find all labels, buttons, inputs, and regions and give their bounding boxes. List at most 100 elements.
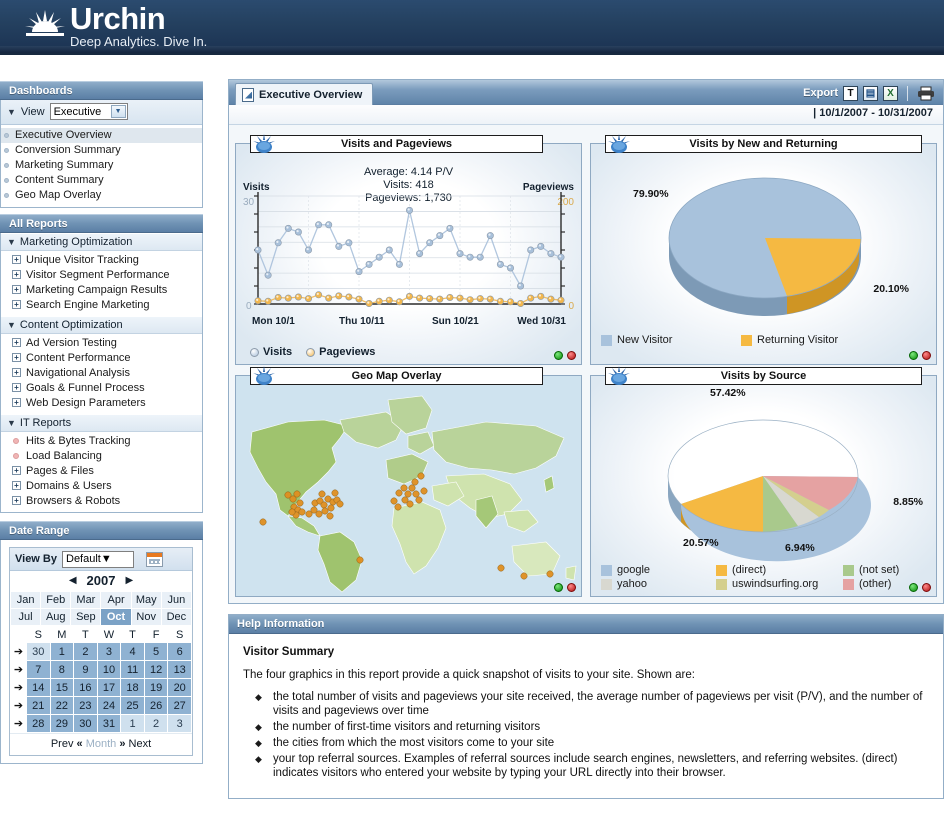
sidebar-item-conversion-summary[interactable]: Conversion Summary — [1, 143, 202, 158]
calendar-day[interactable]: 13 — [167, 660, 192, 679]
green-led-icon[interactable] — [909, 351, 918, 360]
export-excel-icon[interactable]: X — [883, 85, 898, 101]
calendar-day[interactable]: 1 — [120, 714, 145, 733]
next-period-button[interactable]: Next — [129, 738, 152, 750]
month-jun[interactable]: Jun — [160, 591, 193, 609]
select-week-arrow[interactable]: ➔ — [10, 714, 27, 733]
calendar-day[interactable]: 2 — [143, 714, 169, 733]
export-pdf-icon[interactable]: ▤ — [863, 85, 878, 101]
expand-plus-icon[interactable]: + — [12, 398, 21, 407]
calendar-day[interactable]: 12 — [143, 660, 169, 679]
export-text-icon[interactable]: T — [843, 85, 858, 101]
chart-visits-new-returning[interactable]: Visits by New and Returning 79.90% 20.10… — [590, 134, 937, 365]
report-item-browsers-robots[interactable]: + Browsers & Robots — [1, 494, 202, 509]
group-content-optimization[interactable]: ▼ Content Optimization — [1, 316, 202, 334]
prev-period-button[interactable]: Prev — [51, 738, 74, 750]
month-oct[interactable]: Oct — [100, 608, 132, 626]
expand-plus-icon[interactable]: + — [12, 368, 21, 377]
month-sep[interactable]: Sep — [70, 608, 102, 626]
expand-plus-icon[interactable]: + — [12, 383, 21, 392]
calendar-day[interactable]: 3 — [167, 714, 192, 733]
green-led-icon[interactable] — [554, 351, 563, 360]
expand-plus-icon[interactable]: + — [12, 496, 21, 505]
month-nov[interactable]: Nov — [130, 608, 162, 626]
sidebar-item-geo-map-overlay[interactable]: Geo Map Overlay — [1, 188, 202, 203]
report-item-web-design-parameters[interactable]: + Web Design Parameters — [1, 396, 202, 411]
next-chevron-icon[interactable]: » — [119, 738, 125, 750]
calendar-day[interactable]: 23 — [73, 696, 98, 715]
report-item-marketing-campaign-results[interactable]: + Marketing Campaign Results — [1, 283, 202, 298]
green-led-icon[interactable] — [554, 583, 563, 592]
month-jul[interactable]: Jul — [9, 608, 42, 626]
select-week-arrow[interactable]: ➔ — [10, 660, 27, 679]
dashboard-view-select[interactable]: Executive ▼ — [49, 103, 128, 120]
prev-chevron-icon[interactable]: « — [77, 738, 83, 750]
expand-plus-icon[interactable]: + — [12, 270, 21, 279]
chart-visits-and-pageviews[interactable]: Visits and Pageviews Average: 4.14 P/V V… — [235, 134, 582, 365]
month-aug[interactable]: Aug — [40, 608, 72, 626]
calendar-day[interactable]: 20 — [167, 678, 192, 697]
report-item-search-engine-marketing[interactable]: + Search Engine Marketing — [1, 298, 202, 313]
calendar-day[interactable]: 30 — [73, 714, 98, 733]
group-it-reports[interactable]: ▼ IT Reports — [1, 414, 202, 432]
select-week-arrow[interactable]: ➔ — [10, 678, 27, 697]
calendar-day[interactable]: 4 — [120, 642, 145, 661]
calendar-day[interactable]: 6 — [167, 642, 192, 661]
view-by-select[interactable]: Default ▼ — [62, 550, 134, 568]
month-may[interactable]: May — [130, 591, 162, 609]
calendar-day[interactable]: 27 — [167, 696, 192, 715]
calendar-day[interactable]: 11 — [120, 660, 145, 679]
report-item-pages-files[interactable]: + Pages & Files — [1, 464, 202, 479]
printer-icon[interactable] — [917, 86, 935, 101]
report-item-hits-bytes-tracking[interactable]: Hits & Bytes Tracking — [1, 434, 202, 449]
calendar-day[interactable]: 19 — [143, 678, 169, 697]
tab-executive-overview[interactable]: Executive Overview — [235, 83, 374, 105]
select-week-arrow[interactable]: ➔ — [10, 696, 27, 715]
calendar-day[interactable]: 21 — [26, 696, 51, 715]
red-led-icon[interactable] — [922, 583, 931, 592]
expand-plus-icon[interactable]: + — [12, 255, 21, 264]
calendar-day[interactable]: 29 — [49, 714, 75, 733]
report-item-visitor-segment-performance[interactable]: + Visitor Segment Performance — [1, 268, 202, 283]
calendar-day[interactable]: 9 — [73, 660, 98, 679]
calendar-day[interactable]: 22 — [49, 696, 75, 715]
collapse-triangle-icon[interactable]: ▼ — [7, 107, 16, 117]
red-led-icon[interactable] — [567, 351, 576, 360]
sidebar-item-executive-overview[interactable]: Executive Overview — [1, 128, 202, 143]
calendar-day[interactable]: 7 — [26, 660, 51, 679]
month-feb[interactable]: Feb — [40, 591, 72, 609]
expand-plus-icon[interactable]: + — [12, 481, 21, 490]
calendar-day[interactable]: 2 — [73, 642, 98, 661]
red-led-icon[interactable] — [922, 351, 931, 360]
calendar-day[interactable]: 14 — [26, 678, 51, 697]
red-led-icon[interactable] — [567, 583, 576, 592]
prev-year-button[interactable]: ◀ — [69, 575, 77, 586]
sidebar-item-content-summary[interactable]: Content Summary — [1, 173, 202, 188]
report-item-goals-funnel-process[interactable]: + Goals & Funnel Process — [1, 381, 202, 396]
calendar-day[interactable]: 24 — [96, 696, 122, 715]
expand-plus-icon[interactable]: + — [12, 300, 21, 309]
calendar-day[interactable]: 8 — [49, 660, 75, 679]
expand-plus-icon[interactable]: + — [12, 285, 21, 294]
calendar-day[interactable]: 3 — [96, 642, 122, 661]
expand-plus-icon[interactable]: + — [12, 353, 21, 362]
select-week-arrow[interactable]: ➔ — [10, 642, 27, 661]
calendar-day[interactable]: 5 — [143, 642, 169, 661]
calendar-day[interactable]: 31 — [96, 714, 122, 733]
calendar-day[interactable]: 17 — [96, 678, 122, 697]
calendar-day[interactable]: 16 — [73, 678, 98, 697]
chart-geo-map-overlay[interactable]: Geo Map Overlay — [235, 366, 582, 597]
next-year-button[interactable]: ▶ — [125, 575, 133, 586]
report-item-load-balancing[interactable]: Load Balancing — [1, 449, 202, 464]
green-led-icon[interactable] — [909, 583, 918, 592]
report-item-ad-version-testing[interactable]: + Ad Version Testing — [1, 336, 202, 351]
month-mar[interactable]: Mar — [70, 591, 102, 609]
calendar-day[interactable]: 30 — [26, 642, 51, 661]
report-item-domains-users[interactable]: + Domains & Users — [1, 479, 202, 494]
expand-plus-icon[interactable]: + — [12, 466, 21, 475]
calendar-day[interactable]: 25 — [120, 696, 145, 715]
chart-visits-by-source[interactable]: Visits by Source 57.42% 20.57% 6.94% 8.8… — [590, 366, 937, 597]
expand-plus-icon[interactable]: + — [12, 338, 21, 347]
month-dec[interactable]: Dec — [160, 608, 193, 626]
calendar-day[interactable]: 15 — [49, 678, 75, 697]
